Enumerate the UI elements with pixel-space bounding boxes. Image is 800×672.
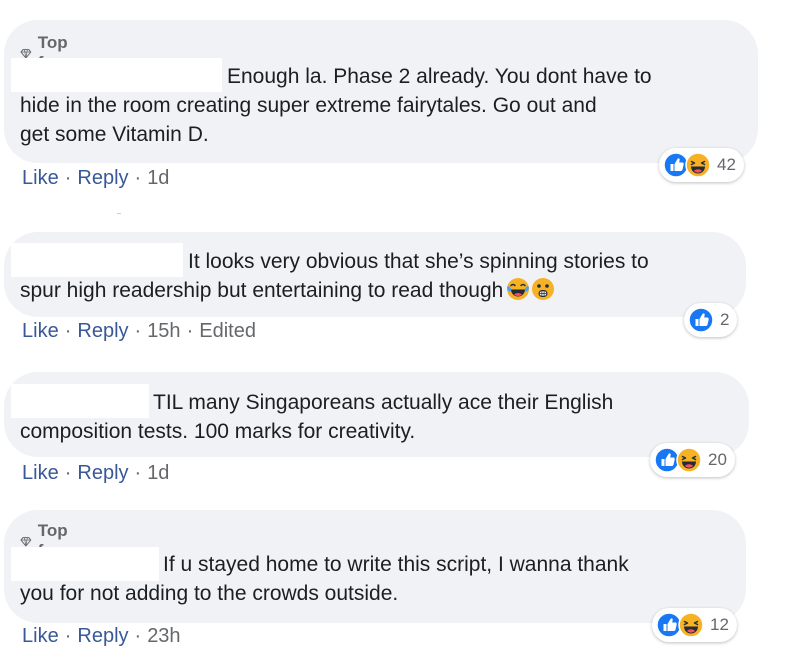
comment-text-line: TIL many Singaporeans actually ace their… — [153, 391, 614, 414]
comment-actions: Like · Reply · 1d — [22, 462, 169, 485]
separator: · — [134, 167, 142, 189]
comment-text-line: Enough la. Phase 2 already. You dont hav… — [227, 65, 652, 88]
comment-text-line: you for not adding to the crowds outside… — [20, 582, 399, 605]
reply-button[interactable]: Reply — [77, 462, 128, 485]
like-reaction-icon — [688, 307, 714, 333]
separator: · — [64, 167, 72, 189]
comment-text-line: composition tests. 100 marks for creativ… — [20, 420, 416, 443]
reply-button[interactable]: Reply — [77, 320, 128, 343]
comment-actions: Like · Reply · 1d — [22, 167, 169, 190]
reaction-count: 12 — [710, 615, 729, 634]
separator: · — [186, 320, 194, 342]
timestamp[interactable]: 23h — [147, 625, 180, 648]
reaction-summary[interactable]: 20 — [650, 443, 735, 477]
timestamp[interactable]: 15h — [147, 320, 180, 343]
separator: · — [64, 625, 72, 647]
separator: · — [134, 625, 142, 647]
redacted-author-name — [11, 384, 149, 418]
redacted-author-name — [11, 243, 183, 277]
reply-button[interactable]: Reply — [77, 625, 128, 648]
reaction-summary[interactable]: 12 — [652, 608, 737, 642]
separator: · — [134, 462, 142, 484]
haha-reaction-icon — [685, 152, 711, 178]
comment-actions: Like · Reply · 23h — [22, 625, 181, 648]
haha-reaction-icon — [676, 447, 702, 473]
separator: · — [64, 462, 72, 484]
redacted-author-name — [11, 58, 222, 92]
reply-button[interactable]: Reply — [77, 167, 128, 190]
reaction-count: 42 — [717, 155, 736, 174]
comment-text-line: spur high readership but entertaining to… — [20, 276, 555, 305]
comment-text-line: If u stayed home to write this script, I… — [163, 553, 629, 576]
redacted-author-name — [11, 547, 159, 581]
reaction-summary[interactable]: 2 — [684, 303, 738, 337]
comment-text-line: It looks very obvious that she’s spinnin… — [188, 250, 649, 273]
divider-mark — [117, 213, 121, 214]
comment-actions: Like · Reply · 15h · Edited — [22, 320, 256, 343]
separator: · — [64, 320, 72, 342]
like-button[interactable]: Like — [22, 462, 59, 485]
edited-label[interactable]: Edited — [199, 320, 256, 343]
haha-reaction-icon — [678, 612, 704, 638]
astonished-emoji-icon — [531, 277, 555, 301]
reaction-summary[interactable]: 42 — [659, 148, 744, 182]
tears-of-joy-emoji-icon — [506, 277, 530, 301]
separator: · — [134, 320, 142, 342]
like-button[interactable]: Like — [22, 625, 59, 648]
reaction-count: 2 — [720, 310, 730, 329]
comment-text-line: get some Vitamin D. — [20, 123, 209, 146]
timestamp[interactable]: 1d — [147, 167, 169, 190]
reaction-count: 20 — [708, 450, 727, 469]
comment-text-content: spur high readership but entertaining to… — [20, 279, 504, 302]
like-button[interactable]: Like — [22, 167, 59, 190]
like-button[interactable]: Like — [22, 320, 59, 343]
timestamp[interactable]: 1d — [147, 462, 169, 485]
comment-text-line: hide in the room creating super extreme … — [20, 94, 597, 117]
